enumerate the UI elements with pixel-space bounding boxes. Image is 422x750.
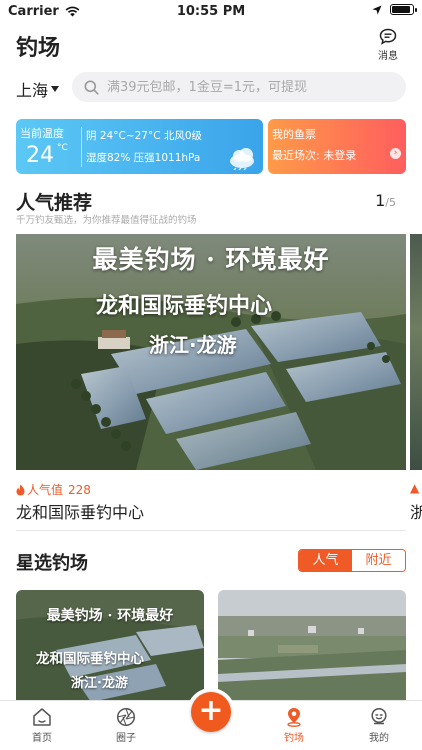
ticket-recent: 最近场次: 未登录	[272, 149, 357, 162]
search-icon	[84, 80, 99, 95]
popular-section-title: 人气推荐	[16, 192, 93, 214]
home-icon	[33, 708, 51, 726]
tab-fishing-spots-label: 钓场	[284, 733, 304, 744]
tab-home[interactable]: 首页	[7, 707, 77, 744]
section-divider	[16, 530, 406, 531]
featured-section-title: 星选钓场	[16, 553, 88, 574]
location-pin-icon	[287, 708, 301, 727]
dropdown-triangle-icon	[51, 86, 60, 92]
tab-me[interactable]: 我的	[344, 707, 414, 744]
tab-popular[interactable]: 人气	[299, 550, 352, 571]
popularity-label: 人气值	[27, 483, 64, 497]
search-input[interactable]	[107, 79, 377, 95]
popular-section-subtitle: 千万钓友甄选，为你推荐最值得征战的钓场	[16, 215, 197, 226]
popular-banner[interactable]: 最美钓场 · 环境最好 龙和国际垂钓中心 浙江·龙游	[16, 234, 406, 470]
weather-unit: °C	[57, 143, 68, 153]
next-spot-name-peek: 浙	[410, 503, 422, 522]
next-banner-peek[interactable]	[410, 234, 422, 470]
messages-button[interactable]: 消息	[368, 28, 408, 62]
pager-total: /5	[385, 196, 396, 209]
weather-temperature: 24	[26, 143, 54, 168]
weather-card[interactable]: 当前温度 24 °C 阴 24°C~27°C 北风0级 湿度82% 压强1011…	[16, 119, 263, 174]
card-center-name: 龙和国际垂钓中心	[36, 651, 144, 667]
popularity-value: 228	[68, 482, 91, 497]
popularity-line: 人气值 228	[16, 481, 91, 498]
publish-button[interactable]: +	[191, 692, 231, 732]
spot-name[interactable]: 龙和国际垂钓中心	[16, 499, 144, 523]
tab-circle[interactable]: 圈子	[91, 707, 161, 744]
user-icon	[371, 707, 387, 725]
card-region: 浙江·龙游	[71, 676, 128, 691]
weather-divider	[81, 127, 82, 167]
location-arrow-icon	[372, 5, 382, 14]
aerial-field-thumbnail	[218, 590, 406, 702]
banner-center-name: 龙和国际垂钓中心	[96, 294, 273, 319]
ticket-title: 我的鱼票	[272, 128, 316, 141]
cloud-icon	[230, 148, 254, 170]
pager-current: 1	[375, 191, 386, 210]
chevron-right-icon: ›	[390, 148, 401, 159]
featured-sort-toggle: 人气 附近	[298, 549, 406, 572]
city-selector[interactable]: 上海	[16, 77, 60, 101]
city-label: 上海	[16, 81, 49, 100]
tab-nearby[interactable]: 附近	[352, 550, 405, 571]
tab-circle-label: 圈子	[116, 733, 136, 744]
chat-bubble-icon	[379, 28, 397, 45]
flame-icon	[16, 484, 25, 495]
featured-card[interactable]	[218, 590, 406, 702]
status-time: 10:55 PM	[176, 4, 246, 19]
search-bar[interactable]	[72, 72, 406, 102]
featured-card[interactable]: 最美钓场 · 环境最好 龙和国际垂钓中心 浙江·龙游	[16, 590, 204, 702]
banner-headline: 最美钓场 · 环境最好	[92, 245, 330, 274]
aperture-icon	[116, 707, 136, 727]
weather-label: 当前温度	[20, 127, 64, 140]
card-headline: 最美钓场 · 环境最好	[46, 608, 174, 624]
fish-ticket-card[interactable]: 我的鱼票 最近场次: 未登录 ›	[268, 119, 406, 174]
tab-me-label: 我的	[369, 733, 389, 744]
page-title: 钓场	[16, 36, 61, 61]
banner-region: 浙江·龙游	[149, 333, 237, 357]
battery-icon	[390, 4, 417, 15]
carousel-pager: 1/5	[375, 191, 396, 210]
messages-label: 消息	[378, 51, 398, 62]
weather-condition: 阴 24°C~27°C 北风0级	[86, 130, 203, 142]
header: 钓场 消息	[0, 28, 422, 68]
tab-home-label: 首页	[32, 733, 52, 744]
next-flame-icon: ▲	[410, 481, 420, 495]
weather-humidity-pressure: 湿度82% 压强1011hPa	[86, 152, 201, 164]
status-bar: Carrier 10:55 PM	[0, 0, 422, 24]
search-row: 上海	[0, 72, 422, 102]
tab-fishing-spots[interactable]: 钓场	[259, 707, 329, 744]
